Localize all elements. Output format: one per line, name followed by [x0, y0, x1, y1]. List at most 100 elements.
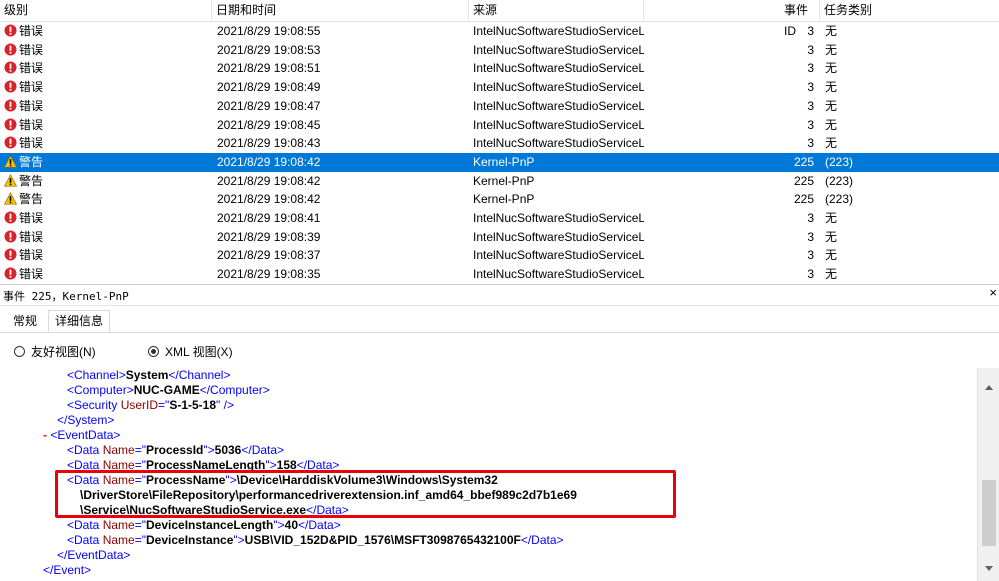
tab-details[interactable]: 详细信息	[48, 310, 111, 332]
event-detail-titlebar: 事件 225，Kernel-PnP ×	[0, 284, 999, 306]
xml-value-channel: System	[125, 368, 169, 382]
cell-level: 警告	[0, 190, 212, 208]
cell-task: 无	[825, 80, 838, 95]
tab-general[interactable]: 常规	[7, 311, 43, 331]
column-header-date[interactable]: 日期和时间	[212, 0, 469, 21]
cell-source: IntelNucSoftwareStudioServiceL...	[473, 229, 644, 244]
cell-event-id: 3	[807, 117, 814, 132]
table-row[interactable]: 警告 2021/8/29 19:08:42 Kernel-PnP 225 (223)	[0, 172, 999, 191]
table-row[interactable]: 错误 2021/8/29 19:08:37 IntelNucSoftwareStud…	[0, 246, 999, 265]
cell-level-text: 错误	[19, 229, 44, 244]
xml-line-event-close: </Event>	[43, 563, 92, 577]
cell-task: 无	[825, 136, 838, 151]
close-icon[interactable]: ×	[989, 285, 997, 300]
scrollbar-arrows	[985, 385, 993, 571]
cell-level: 错误	[0, 228, 212, 246]
xml-scrollbar[interactable]	[977, 368, 999, 581]
warning-icon	[4, 192, 17, 205]
event-list[interactable]: 级别 日期和时间 来源 事件 ID 任务类别 错误 2021/8/29 19:08…	[0, 0, 999, 283]
cell-source: IntelNucSoftwareStudioServiceL...	[473, 248, 644, 263]
cell-task: 无	[825, 98, 838, 113]
event-detail-title: 事件 225，Kernel-PnP	[3, 290, 129, 303]
cell-level: 错误	[0, 41, 212, 59]
cell-task: 无	[825, 248, 838, 263]
table-row[interactable]: 错误 2021/8/29 19:08:51 IntelNucSoftwareStud…	[0, 59, 999, 78]
cell-event-id: 3	[807, 42, 814, 57]
cell-source: IntelNucSoftwareStudioServiceL...	[473, 117, 644, 132]
warning-icon	[4, 173, 17, 187]
radio-indicator	[14, 346, 25, 357]
cell-date: 2021/8/29 19:08:42	[217, 173, 321, 188]
radio-friendly-view[interactable]: 友好视图(N)	[14, 343, 96, 360]
scroll-up-icon[interactable]	[985, 385, 993, 390]
cell-level-text: 错误	[19, 267, 44, 282]
error-icon	[4, 99, 17, 112]
cell-source: IntelNucSoftwareStudioServiceL...	[473, 136, 644, 151]
cell-event-id: 3	[807, 98, 814, 113]
xml-line-channel: <Channel>System</Channel>	[67, 368, 231, 382]
scrollbar-thumb[interactable]	[982, 480, 996, 546]
cell-event-id: 3	[807, 267, 814, 282]
table-row[interactable]: 错误 2021/8/29 19:08:39 IntelNucSoftwareStud…	[0, 228, 999, 247]
highlight-box	[55, 470, 676, 518]
xml-line-eventdata-close: </EventData>	[57, 548, 131, 562]
table-row[interactable]: 错误 2021/8/29 19:08:43 IntelNucSoftwareStud…	[0, 134, 999, 153]
column-header-level[interactable]: 级别	[0, 0, 212, 21]
table-row[interactable]: 错误 2021/8/29 19:08:49 IntelNucSoftwareStud…	[0, 78, 999, 97]
cell-event-id: 3	[807, 61, 814, 76]
cell-source: IntelNucSoftwareStudioServiceL...	[473, 267, 644, 282]
cell-level: 错误	[0, 116, 212, 134]
cell-level-text: 错误	[19, 80, 44, 95]
cell-source: IntelNucSoftwareStudioServiceL...	[473, 61, 644, 76]
error-icon	[4, 43, 17, 56]
column-header-source[interactable]: 来源	[469, 0, 644, 21]
cell-level: 错误	[0, 78, 212, 96]
table-row[interactable]: 错误 2021/8/29 19:08:53 IntelNucSoftwareStud…	[0, 41, 999, 60]
table-row[interactable]: 错误 2021/8/29 19:08:41 IntelNucSoftwareStud…	[0, 209, 999, 228]
cell-date: 2021/8/29 19:08:35	[217, 267, 321, 282]
table-row[interactable]: 警告 2021/8/29 19:08:42 Kernel-PnP 225 (223)	[0, 190, 999, 209]
cell-task: (223)	[825, 173, 854, 188]
xml-line-security: <Security UserID="S-1-5-18" />	[67, 398, 234, 412]
cell-event-id: 225	[793, 192, 814, 207]
collapse-icon[interactable]: -	[43, 428, 47, 442]
cell-event-id: 3	[807, 136, 814, 151]
column-header-task[interactable]: 任务类别	[820, 0, 999, 21]
cell-date: 2021/8/29 19:08:39	[217, 229, 321, 244]
cell-date: 2021/8/29 19:08:47	[217, 98, 321, 113]
radio-xml-view-label: XML 视图(X)	[165, 345, 233, 359]
error-icon	[4, 230, 17, 243]
table-row[interactable]: 错误 2021/8/29 19:08:55 IntelNucSoftwareStud…	[0, 22, 999, 41]
cell-event-id: 3	[807, 248, 814, 263]
cell-level: 警告	[0, 172, 212, 190]
cell-level-text: 错误	[19, 136, 44, 151]
column-header-event-id[interactable]: 事件 ID	[644, 0, 820, 38]
cell-date: 2021/8/29 19:08:42	[217, 154, 321, 169]
scroll-down-icon[interactable]	[985, 566, 993, 571]
table-row[interactable]: 错误 2021/8/29 19:08:45 IntelNucSoftwareStud…	[0, 116, 999, 135]
table-row[interactable]: 错误 2021/8/29 19:08:47 IntelNucSoftwareStud…	[0, 97, 999, 116]
cell-level-text: 警告	[19, 154, 44, 169]
cell-source: IntelNucSoftwareStudioServiceL...	[473, 98, 644, 113]
cell-event-id: 3	[807, 211, 814, 225]
table-row[interactable]: 错误 2021/8/29 19:08:35 IntelNucSoftwareStud…	[0, 265, 999, 283]
cell-level-text: 警告	[19, 173, 44, 188]
cell-level-text: 错误	[19, 24, 44, 38]
cell-level: 错误	[0, 59, 212, 77]
cell-date: 2021/8/29 19:08:53	[217, 42, 321, 57]
detail-tabs: 常规 详细信息	[0, 305, 999, 333]
cell-task: 无	[825, 117, 838, 132]
error-icon	[4, 118, 17, 130]
cell-date: 2021/8/29 19:08:41	[217, 211, 321, 225]
radio-xml-view[interactable]: XML 视图(X)	[148, 343, 233, 360]
table-row[interactable]: 警告 2021/8/29 19:08:42 Kernel-PnP 225 (223)	[0, 152, 999, 172]
cell-event-id: 225	[793, 154, 814, 169]
error-icon	[4, 267, 17, 280]
cell-date: 2021/8/29 19:08:45	[217, 117, 321, 132]
xml-value-device-instance-length: 40	[284, 518, 299, 532]
cell-date: 2021/8/29 19:08:55	[217, 24, 321, 38]
cell-event-id: 3	[807, 24, 814, 38]
cell-event-id: 225	[793, 173, 814, 188]
xml-line-computer: <Computer>NUC-GAME</Computer>	[67, 383, 270, 397]
error-icon	[4, 24, 17, 37]
